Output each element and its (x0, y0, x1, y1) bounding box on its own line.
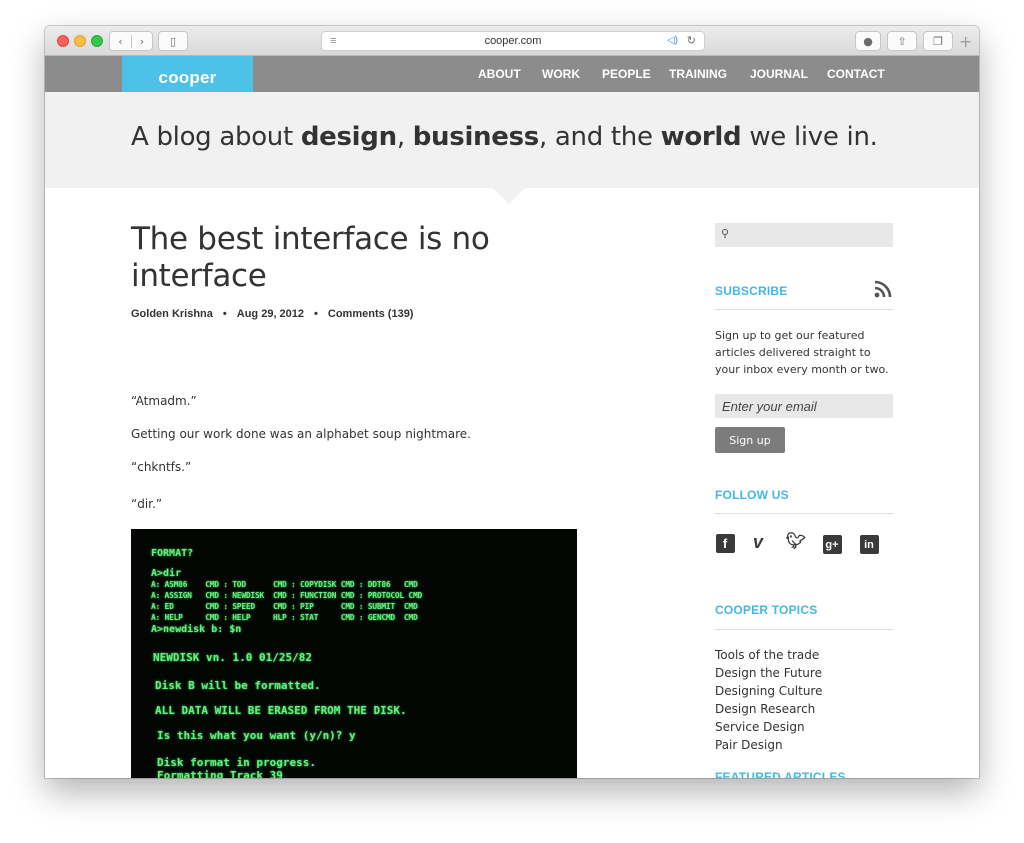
downloads-icon[interactable]: ● (855, 31, 881, 51)
separator-dot: • (314, 308, 318, 320)
sidebar-toggle-icon[interactable]: ▯ (158, 31, 188, 51)
tagline-bold: world (660, 122, 742, 152)
topic-link[interactable]: Pair Design (715, 736, 822, 754)
terminal-line: A: ASM86 CMD : TOD CMD : COPYDISK CMD : … (151, 580, 418, 589)
divider (715, 629, 893, 630)
article-paragraph: “dir.” (131, 497, 163, 511)
nav-training[interactable]: TRAINING (669, 56, 727, 92)
divider (715, 309, 893, 310)
subscribe-description: Sign up to get our featured articles del… (715, 329, 889, 376)
topic-link[interactable]: Design the Future (715, 664, 822, 682)
terminal-line: Is this what you want (y/n)? y (157, 729, 356, 742)
divider (715, 513, 893, 514)
hero-pointer (493, 188, 525, 204)
terminal-line: Disk format in progress. (157, 756, 316, 769)
tagline-text: , and the (538, 122, 661, 152)
separator-dot: • (222, 308, 227, 320)
terminal-line: A>dir (151, 568, 182, 579)
zoom-window-button[interactable] (91, 35, 103, 47)
nav-journal[interactable]: JOURNAL (750, 56, 808, 92)
terminal-line: ALL DATA WILL BE ERASED FROM THE DISK. (155, 704, 407, 717)
tagline-text: we live in. (741, 122, 878, 152)
minimize-window-button[interactable] (74, 35, 86, 47)
reload-icon[interactable]: ↻ (687, 32, 696, 50)
article-title: The best interface is no interface (131, 221, 490, 294)
nav-work[interactable]: WORK (542, 56, 580, 92)
topic-link[interactable]: Designing Culture (715, 682, 822, 700)
tagline-text: A blog about (131, 122, 301, 152)
article-meta: Golden Krishna • Aug 29, 2012 • Comments (13… (131, 308, 413, 320)
terminal-line: Disk B will be formatted. (155, 679, 321, 692)
comments-link[interactable]: Comments (139) (328, 308, 414, 320)
terminal-line: A: ED CMD : SPEED CMD : PIP CMD : SUBMIT… (151, 602, 418, 611)
back-forward-group: ‹ › (109, 31, 153, 51)
terminal-screenshot: FORMAT? A>dir A: ASM86 CMD : TOD CMD : C… (131, 529, 577, 778)
tagline-bold: design (300, 122, 397, 152)
new-tab-icon[interactable]: + (959, 32, 972, 51)
search-input[interactable]: ⚲ (715, 223, 893, 247)
follow-heading: FOLLOW US (715, 488, 789, 502)
blog-tagline: A blog about design, business, and the w… (131, 122, 878, 152)
article-paragraph: “Atmadm.” (131, 394, 197, 408)
topic-link[interactable]: Tools of the trade (715, 646, 822, 664)
vimeo-icon[interactable]: v (747, 532, 769, 552)
address-bar[interactable]: ≡ cooper.com ◁) ↻ (321, 31, 705, 51)
topic-link[interactable]: Design Research (715, 700, 822, 718)
terminal-line: NEWDISK vn. 1.0 01/25/82 (153, 651, 312, 664)
url-text: cooper.com (484, 35, 542, 47)
terminal-line: A: ASSIGN CMD : NEWDISK CMD : FUNCTION C… (151, 591, 422, 600)
topics-list: Tools of the trade Design the Future Des… (715, 646, 822, 754)
article-date: Aug 29, 2012 (236, 308, 305, 320)
terminal-line: FORMAT? (151, 548, 194, 559)
close-window-button[interactable] (57, 35, 69, 47)
reader-icon[interactable]: ≡ (330, 32, 336, 50)
tagline-text: , (396, 122, 413, 152)
terminal-line: A>newdisk b: $n (151, 624, 242, 635)
topic-link[interactable]: Service Design (715, 718, 822, 736)
forward-arrow-icon[interactable]: › (130, 34, 152, 48)
email-field[interactable] (715, 394, 893, 418)
linkedin-icon[interactable]: in (858, 532, 880, 554)
audio-icon[interactable]: ◁) (667, 32, 678, 50)
google-plus-icon[interactable]: g+ (821, 532, 843, 554)
subscribe-heading: SUBSCRIBE (715, 284, 788, 298)
nav-about[interactable]: ABOUT (478, 56, 521, 92)
tagline-bold: business (412, 122, 540, 152)
topics-heading: COOPER TOPICS (715, 603, 818, 617)
terminal-line: Formatting Track 39 (157, 769, 283, 778)
rss-icon[interactable] (873, 279, 893, 299)
sign-up-button[interactable]: Sign up (715, 427, 785, 453)
browser-window: ‹ › ▯ ≡ cooper.com ◁) ↻ ● ⇧ ❐ + cooper A… (45, 26, 979, 778)
twitter-icon[interactable]: 🐦︎ (785, 532, 807, 552)
featured-heading: FEATURED ARTICLES (715, 770, 846, 778)
nav-people[interactable]: PEOPLE (602, 56, 651, 92)
article-paragraph: Getting our work done was an alphabet so… (131, 427, 471, 441)
author-link[interactable]: Golden Krishna (131, 308, 213, 320)
terminal-line: A: HELP CMD : HELP HLP : STAT CMD : GENC… (151, 613, 418, 622)
browser-toolbar: ‹ › ▯ ≡ cooper.com ◁) ↻ ● ⇧ ❐ + (45, 26, 979, 56)
search-icon: ⚲ (721, 227, 730, 240)
facebook-icon[interactable]: f (715, 532, 735, 553)
tabs-icon[interactable]: ❐ (923, 31, 953, 51)
back-arrow-icon[interactable]: ‹ (110, 35, 131, 48)
nav-contact[interactable]: CONTACT (827, 56, 885, 92)
share-icon[interactable]: ⇧ (887, 31, 917, 51)
article-paragraph: “chkntfs.” (131, 460, 192, 474)
